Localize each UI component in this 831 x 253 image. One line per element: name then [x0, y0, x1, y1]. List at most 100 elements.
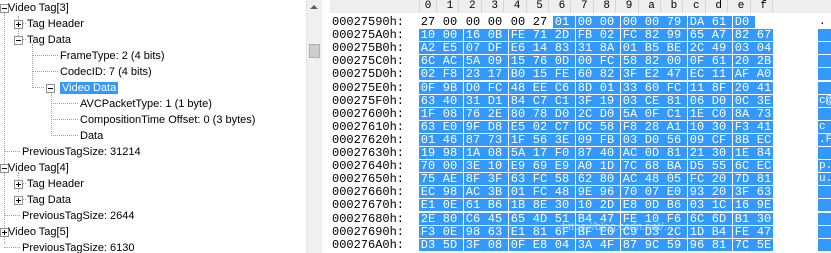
hex-byte[interactable]: 4F	[598, 239, 616, 251]
hex-byte[interactable]: E5	[441, 42, 459, 54]
hex-byte[interactable]: 59	[665, 239, 683, 251]
hex-byte[interactable]: 98	[464, 226, 482, 238]
hex-byte[interactable]: 58	[598, 121, 616, 133]
hex-ascii-cell[interactable]	[818, 55, 831, 67]
hex-byte[interactable]: 04	[755, 42, 773, 54]
hex-ascii-cell[interactable]: .F	[818, 134, 831, 146]
hex-byte[interactable]: 03	[733, 42, 751, 54]
hex-byte[interactable]: 83	[553, 42, 571, 54]
hex-byte[interactable]: 00	[621, 16, 639, 28]
hex-byte[interactable]: CF	[710, 134, 728, 146]
hex-byte[interactable]: 61	[710, 55, 728, 67]
tree-item-codecid[interactable]: CodecID: 7 (4 bits)	[60, 64, 152, 80]
tree-item-tag-data[interactable]: Tag Data	[27, 32, 71, 48]
hex-byte[interactable]: 8B	[733, 134, 751, 146]
hex-byte[interactable]: D0	[710, 95, 728, 107]
hex-byte[interactable]: 41	[755, 82, 773, 94]
hex-byte[interactable]: 00	[441, 16, 459, 28]
hex-byte[interactable]: 7C	[733, 239, 751, 251]
hex-byte[interactable]: BE	[665, 42, 683, 54]
hex-byte[interactable]: 2C	[576, 108, 594, 120]
hex-byte[interactable]: C7	[553, 121, 571, 133]
hex-byte[interactable]: CE	[643, 95, 661, 107]
hex-byte[interactable]: 48	[553, 186, 571, 198]
hex-byte[interactable]: 70	[621, 186, 639, 198]
hex-byte[interactable]: 81	[665, 95, 683, 107]
hex-byte[interactable]: 0C	[733, 95, 751, 107]
tree-item-frametype[interactable]: FrameType: 2 (4 bits)	[60, 48, 165, 64]
hex-byte[interactable]: E1	[509, 226, 527, 238]
hex-byte[interactable]: 08	[486, 147, 504, 159]
hex-byte[interactable]: 15	[509, 55, 527, 67]
hex-byte[interactable]: 00	[665, 55, 683, 67]
hex-byte[interactable]: 47	[755, 226, 773, 238]
hex-byte[interactable]: 82	[733, 29, 751, 41]
hex-byte[interactable]: FC	[598, 55, 616, 67]
hex-byte[interactable]: 2D	[553, 29, 571, 41]
hex-byte[interactable]: E5	[509, 121, 527, 133]
hex-byte[interactable]: 20	[733, 82, 751, 94]
hex-byte[interactable]: 15	[531, 68, 549, 80]
hex-byte[interactable]: 67	[755, 29, 773, 41]
hex-byte[interactable]: 9B	[441, 82, 459, 94]
hex-byte[interactable]: 3F	[576, 95, 594, 107]
hex-byte[interactable]: 09	[688, 134, 706, 146]
hex-byte[interactable]: 2E	[486, 108, 504, 120]
hex-byte[interactable]: 80	[598, 173, 616, 185]
hex-byte[interactable]: FE	[733, 226, 751, 238]
hex-byte[interactable]: 11	[710, 68, 728, 80]
hex-byte[interactable]: 73	[486, 134, 504, 146]
hex-byte[interactable]: 30	[710, 121, 728, 133]
hex-byte[interactable]: 02	[598, 29, 616, 41]
hex-byte[interactable]: 60	[643, 82, 661, 94]
hex-byte[interactable]: D0	[733, 16, 751, 28]
tag-tree-panel[interactable]: Video Tag[3] Tag Header Tag Data FrameType:…	[0, 0, 306, 253]
hex-byte[interactable]: 10	[486, 160, 504, 172]
tree-item-video-tag-5[interactable]: Video Tag[5]	[8, 224, 69, 240]
hex-byte[interactable]: 02	[531, 121, 549, 133]
hex-byte[interactable]: 40	[598, 147, 616, 159]
hex-byte[interactable]: A0	[755, 68, 773, 80]
hex-byte[interactable]: 03	[621, 134, 639, 146]
hex-byte[interactable]: 87	[621, 239, 639, 251]
hex-byte[interactable]: 16	[464, 29, 482, 41]
hex-byte[interactable]: A0	[576, 160, 594, 172]
hex-byte[interactable]: 09	[486, 55, 504, 67]
hex-ascii-cell[interactable]: c	[818, 121, 831, 133]
hex-byte[interactable]: 84	[509, 95, 527, 107]
hex-byte[interactable]: 31	[464, 95, 482, 107]
hex-byte[interactable]: 17	[486, 68, 504, 80]
hex-byte[interactable]: 1A	[464, 147, 482, 159]
hex-byte[interactable]: C0	[710, 108, 728, 120]
hex-byte[interactable]: FB	[598, 134, 616, 146]
hex-byte[interactable]: B6	[486, 199, 504, 211]
hex-byte[interactable]: 30	[553, 199, 571, 211]
hex-byte[interactable]: 81	[531, 226, 549, 238]
hex-byte[interactable]: A7	[710, 29, 728, 41]
hex-byte[interactable]: B5	[643, 42, 661, 54]
hex-byte[interactable]: E2	[643, 68, 661, 80]
hex-byte[interactable]: 1B	[509, 199, 527, 211]
hex-byte[interactable]: 3E	[464, 160, 482, 172]
hex-byte[interactable]: EC	[419, 186, 437, 198]
hex-byte[interactable]: 82	[643, 55, 661, 67]
hex-byte[interactable]: 8A	[733, 108, 751, 120]
tree-item-previoustagsize-2[interactable]: PreviousTagSize: 2644	[22, 208, 135, 224]
hex-byte[interactable]: 9F	[464, 121, 482, 133]
hex-byte[interactable]: 6C	[419, 55, 437, 67]
tree-item-previoustagsize[interactable]: PreviousTagSize: 31214	[22, 144, 141, 160]
hex-byte[interactable]: 87	[576, 147, 594, 159]
hex-byte[interactable]: F3	[419, 226, 437, 238]
hex-byte[interactable]: 8F	[464, 173, 482, 185]
hex-byte[interactable]: FC	[665, 82, 683, 94]
hex-byte[interactable]: 79	[665, 16, 683, 28]
hex-byte[interactable]: FC	[688, 173, 706, 185]
hex-byte[interactable]: 00	[576, 55, 594, 67]
tree-item-tag-data-2[interactable]: Tag Data	[27, 192, 71, 208]
hex-byte[interactable]: 61	[710, 16, 728, 28]
hex-byte[interactable]: D1	[486, 95, 504, 107]
hex-byte[interactable]: 28	[643, 121, 661, 133]
hex-byte[interactable]: E0	[441, 121, 459, 133]
hex-byte[interactable]: 48	[509, 82, 527, 94]
hex-byte[interactable]: 58	[553, 173, 571, 185]
